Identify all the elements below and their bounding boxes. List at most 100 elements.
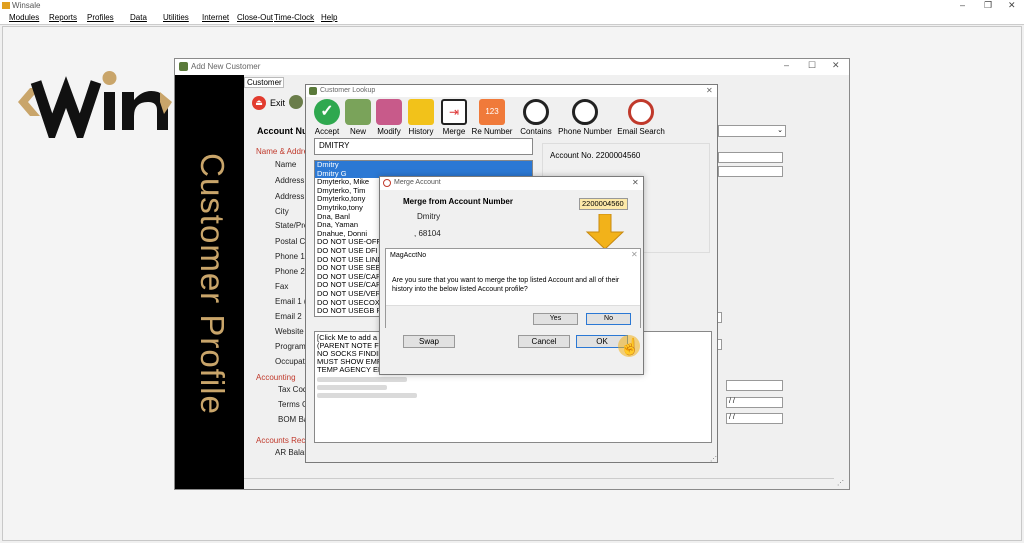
magnifier-contains-icon xyxy=(523,99,549,125)
email-search-button[interactable]: Email Search xyxy=(617,99,665,136)
menu-data[interactable]: Data xyxy=(130,13,147,22)
tab-customer[interactable]: Customer xyxy=(244,77,284,88)
modify-user-icon xyxy=(376,99,402,125)
horizontal-scrollbar[interactable] xyxy=(244,478,834,488)
merge-icon xyxy=(383,179,391,187)
history-label: History xyxy=(408,127,434,136)
minimize-button[interactable]: – xyxy=(960,0,965,11)
close-button[interactable]: ✕ xyxy=(706,86,713,95)
renumber-blocks-icon: 123 xyxy=(479,99,505,125)
customer-search-input[interactable]: DMITRY xyxy=(314,138,533,155)
magnifier-email-icon xyxy=(628,99,654,125)
menu-utilities[interactable]: Utilities xyxy=(163,13,189,22)
city-label: City xyxy=(275,207,289,216)
field-right-2[interactable] xyxy=(718,166,783,177)
name-address-section: Name & Addres xyxy=(256,147,313,156)
accounting-section: Accounting xyxy=(256,373,296,382)
customer-icon xyxy=(179,62,188,71)
history-notepad-icon xyxy=(408,99,434,125)
address2-label: Address xyxy=(275,192,305,201)
account-type-select[interactable]: ⌄ xyxy=(718,125,786,137)
menu-bar: Modules Reports Profiles Data Utilities … xyxy=(0,11,1024,25)
lookup-title: Customer Lookup xyxy=(320,87,376,94)
yes-button[interactable]: Yes xyxy=(533,313,578,325)
app-icon xyxy=(2,2,10,9)
blurred-note xyxy=(317,393,417,398)
add-customer-title: Add New Customer xyxy=(191,62,261,71)
new-label: New xyxy=(349,127,366,136)
minimize-button[interactable]: – xyxy=(784,60,789,70)
confirm-dialog: MagAcctNo ✕ Are you sure that you want t… xyxy=(385,248,641,328)
merge-account-field[interactable]: 2200004560 xyxy=(579,198,628,210)
fax-label: Fax xyxy=(275,282,289,291)
renumber-button[interactable]: 123 Re Number xyxy=(471,99,513,136)
modify-button[interactable]: Modify xyxy=(374,99,404,136)
menu-profiles[interactable]: Profiles xyxy=(87,13,114,22)
merge-arrows-icon: ⇥ xyxy=(441,99,467,125)
merge-button[interactable]: ⇥ Merge xyxy=(439,99,469,136)
address1-label: Address xyxy=(275,176,305,185)
customer-group-icon[interactable] xyxy=(289,95,303,109)
menu-modules[interactable]: Modules xyxy=(9,13,39,22)
merge-customer-name: Dmitry xyxy=(417,212,441,221)
menu-help[interactable]: Help xyxy=(321,13,337,22)
modify-label: Modify xyxy=(377,127,401,136)
maximize-button[interactable]: ☐ xyxy=(808,60,816,71)
resize-grip-icon[interactable]: ⋰ xyxy=(710,455,717,463)
no-button[interactable]: No xyxy=(586,313,631,325)
close-button[interactable]: ✕ xyxy=(631,250,638,259)
sidebar-title: Customer Profile xyxy=(194,153,231,415)
email-search-label: Email Search xyxy=(617,127,665,136)
resize-grip-icon[interactable]: ⋰ xyxy=(837,479,844,487)
date-field-2[interactable]: / / xyxy=(726,413,783,424)
cancel-button[interactable]: Cancel xyxy=(518,335,570,348)
close-button[interactable]: ✕ xyxy=(632,178,639,187)
menu-reports[interactable]: Reports xyxy=(49,13,77,22)
phone1-label: Phone 1 xyxy=(275,252,305,261)
phone2-label: Phone 2 xyxy=(275,267,305,276)
contains-button[interactable]: Contains xyxy=(518,99,554,136)
name-label: Name xyxy=(275,160,297,169)
win-logo xyxy=(18,71,172,138)
email2-label: Email 2 xyxy=(275,312,302,321)
blurred-note xyxy=(317,377,407,382)
date-field-1[interactable]: / / xyxy=(726,397,783,408)
restore-button[interactable]: ❐ xyxy=(984,0,992,11)
menu-close-out[interactable]: Close-Out xyxy=(237,13,273,22)
lookup-icon xyxy=(309,87,317,95)
app-title: Winsale xyxy=(12,1,41,10)
field-right-1[interactable] xyxy=(718,152,783,163)
phone-number-button[interactable]: Phone Number xyxy=(557,99,613,136)
hand-cursor-icon: ☝ xyxy=(620,339,640,356)
confirm-message: Are you sure that you want to merge the … xyxy=(392,277,620,293)
new-button[interactable]: New xyxy=(344,99,372,136)
swap-button[interactable]: Swap xyxy=(403,335,455,348)
profile-sidebar: Customer Profile xyxy=(175,75,244,489)
merge-title-bar: Merge Account ✕ xyxy=(380,177,643,190)
accept-button[interactable]: ✓ Accept xyxy=(312,99,342,136)
menu-time-clock[interactable]: Time-Clock xyxy=(274,13,314,22)
close-button[interactable]: ✕ xyxy=(832,60,840,71)
exit-icon[interactable]: ⏏ xyxy=(252,96,266,110)
merge-label: Merge xyxy=(442,127,466,136)
history-button[interactable]: History xyxy=(406,99,436,136)
account-number-text: Account No. 2200004560 xyxy=(550,151,641,160)
blurred-note xyxy=(317,385,387,390)
confirm-title: MagAcctNo xyxy=(390,252,427,259)
close-button[interactable]: ✕ xyxy=(1008,0,1016,11)
account-number-label: Account Nu xyxy=(257,126,308,136)
magnifier-phone-icon xyxy=(572,99,598,125)
ar-balance-label: AR Balan xyxy=(275,448,309,457)
merge-heading: Merge from Account Number xyxy=(403,197,513,206)
contains-label: Contains xyxy=(520,127,552,136)
menu-internet[interactable]: Internet xyxy=(202,13,229,22)
list-item[interactable]: Dmitry xyxy=(315,161,532,170)
tax-code-field[interactable] xyxy=(726,380,783,391)
down-arrow-icon xyxy=(585,214,625,250)
accept-label: Accept xyxy=(314,127,340,136)
exit-label[interactable]: Exit xyxy=(270,98,285,108)
checkmark-icon: ✓ xyxy=(314,99,340,125)
new-user-icon xyxy=(345,99,371,125)
app-title-bar: Winsale – ❐ ✕ xyxy=(0,0,1024,11)
merge-customer-zip: , 68104 xyxy=(414,229,441,238)
